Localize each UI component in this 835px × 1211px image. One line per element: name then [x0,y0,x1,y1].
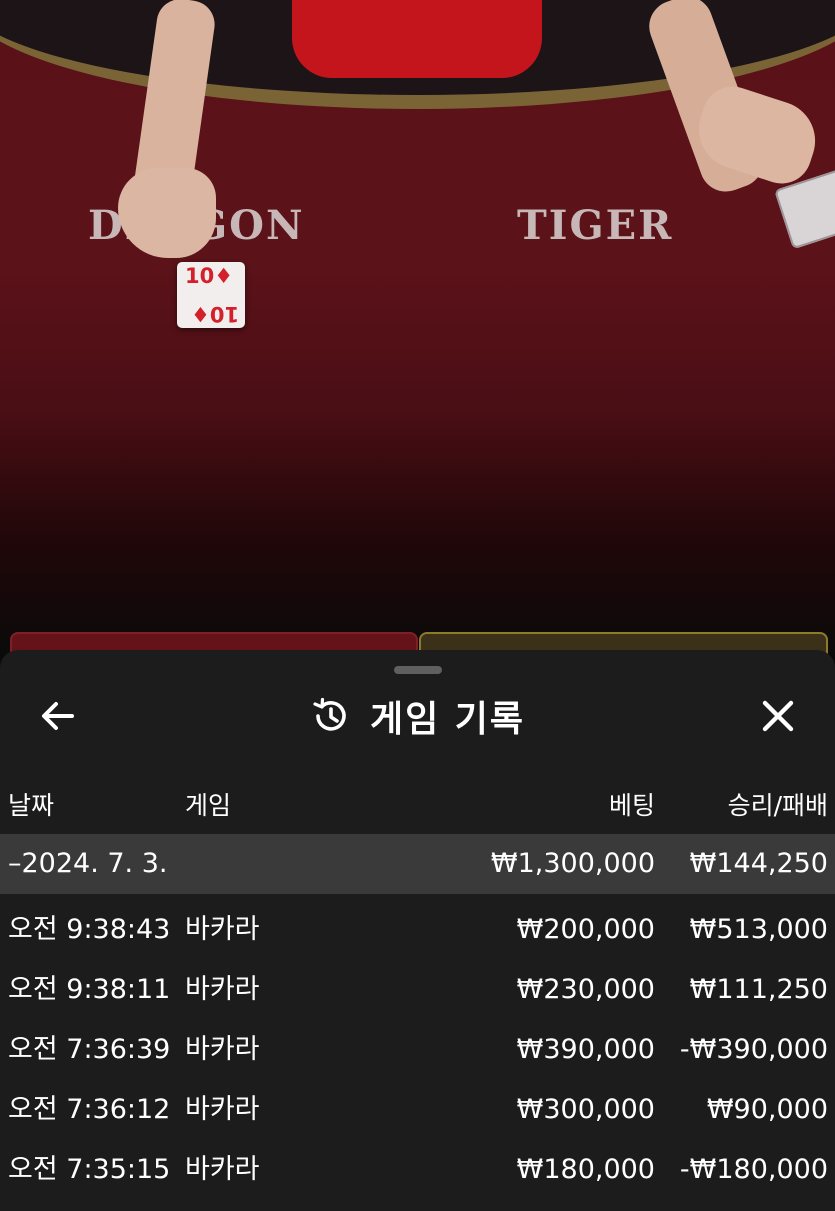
tiger-label: TIGER [517,202,674,249]
drag-handle[interactable] [394,666,442,674]
column-bet[interactable]: 베팅 [609,786,655,822]
date-group-row[interactable]: –2024. 7. 3. ₩1,300,000 ₩144,250 [0,834,835,894]
table-header: 날짜 게임 베팅 승리/패배 [0,780,835,824]
row-bet: ₩180,000 [516,1154,655,1185]
row-result: ₩111,250 [689,974,828,1005]
history-icon [313,697,346,731]
row-bet: ₩300,000 [516,1094,655,1125]
group-bet-total: ₩1,300,000 [490,848,655,879]
row-game: 바카라 [185,1094,260,1125]
row-result: ₩513,000 [689,914,828,945]
row-time: 오전 9:38:11 [8,974,171,1005]
row-bet: ₩200,000 [516,914,655,945]
group-date: –2024. 7. 3. [8,848,168,879]
card-rank-inverted: 10 [209,302,239,326]
row-result: ₩90,000 [706,1094,828,1125]
row-game: 바카라 [185,974,260,1005]
game-history-sheet: 게임 기록 날짜 게임 베팅 승리/패배 –2024. 7. 3. ₩1,300… [0,650,835,1211]
sheet-header: 게임 기록 [0,690,835,742]
row-time: 오전 7:36:12 [8,1094,171,1125]
table-row[interactable]: 오전 7:36:39 바카라 ₩390,000 -₩390,000 [0,1020,835,1080]
diamond-icon: ♦ [214,264,234,288]
row-time: 오전 7:36:39 [8,1034,171,1065]
table-row[interactable]: 오전 7:36:12 바카라 ₩300,000 ₩90,000 [0,1080,835,1140]
card-rank: 10 [185,264,215,288]
column-result[interactable]: 승리/패배 [728,786,828,822]
dealer [292,0,542,78]
dragon-card: 10♦ 10♦ [177,262,245,328]
row-bet: ₩230,000 [516,974,655,1005]
column-game[interactable]: 게임 [185,786,231,822]
live-video: DRAGON TIGER 10♦ 10♦ [0,0,835,660]
row-game: 바카라 [185,1154,260,1185]
close-icon [762,700,794,732]
row-game: 바카라 [185,914,260,945]
row-bet: ₩390,000 [516,1034,655,1065]
table-row[interactable]: 오전 7:35:15 바카라 ₩180,000 -₩180,000 [0,1140,835,1200]
table-row[interactable]: 오전 9:38:43 바카라 ₩200,000 ₩513,000 [0,900,835,960]
column-date[interactable]: 날짜 [8,786,54,822]
page-title: 게임 기록 [369,699,525,740]
row-result: -₩390,000 [679,1034,828,1065]
row-time: 오전 9:38:43 [8,914,171,945]
table-row[interactable]: 오전 9:38:11 바카라 ₩230,000 ₩111,250 [0,960,835,1020]
row-result: -₩180,000 [679,1154,828,1185]
group-result-total: ₩144,250 [689,848,828,879]
close-button[interactable] [756,694,800,738]
row-game: 바카라 [185,1034,260,1065]
diamond-icon: ♦ [190,302,210,326]
row-time: 오전 7:35:15 [8,1154,171,1185]
